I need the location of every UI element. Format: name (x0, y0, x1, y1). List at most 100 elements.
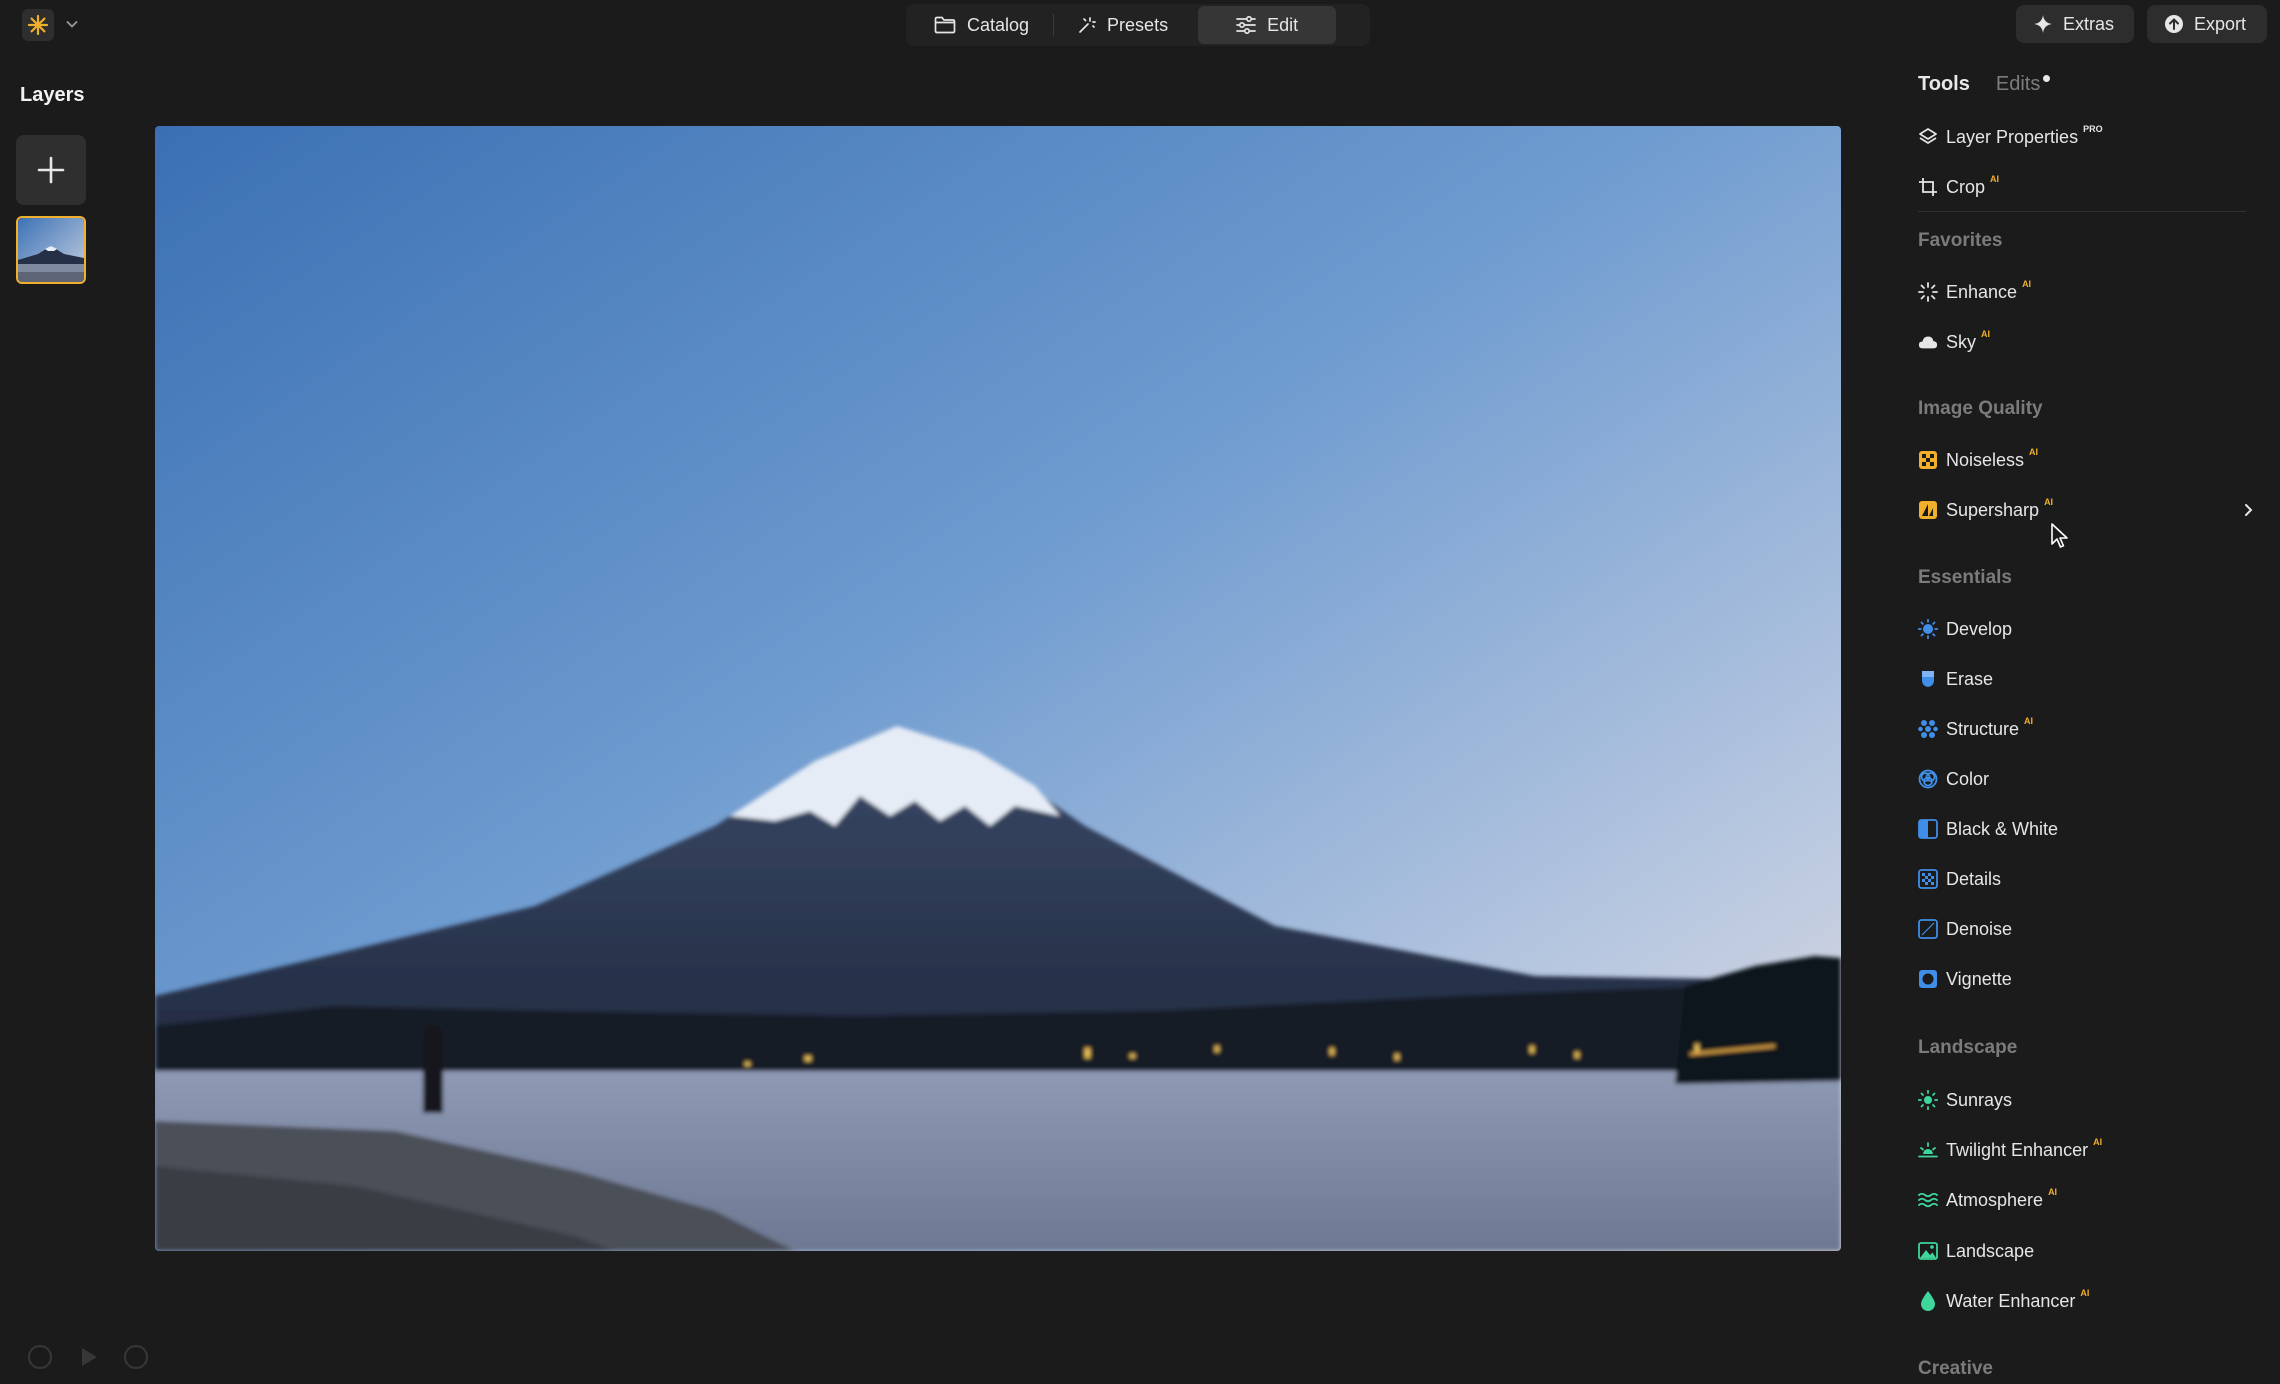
photo-canvas[interactable] (155, 126, 1841, 1251)
tab-presets[interactable]: Presets (1054, 6, 1192, 44)
tool-label: Structure (1946, 718, 2020, 739)
tab-edits-label: Edits (1995, 73, 2041, 95)
section-favorites: Favorites (1918, 230, 2003, 251)
tool-label: Details (1946, 868, 2002, 889)
tool-structure[interactable]: Structure AI (1918, 712, 2033, 746)
tool-twilight-enhancer[interactable]: Twilight Enhancer AI (1918, 1133, 2102, 1167)
bottom-playbar (0, 1330, 1880, 1384)
sun-logo-icon (27, 14, 49, 36)
crop-icon (1919, 178, 1937, 196)
tool-layer-properties[interactable]: Layer Properties PRO (1918, 120, 2103, 154)
app-logo-button[interactable] (22, 9, 54, 41)
mode-switcher: Catalog Presets Edit (906, 4, 1370, 46)
tool-black-white[interactable]: Black & White (1918, 812, 2058, 846)
layer-thumbnail[interactable] (16, 216, 86, 284)
tool-label: Erase (1946, 668, 1994, 689)
tool-label: Supersharp (1946, 499, 2040, 520)
landscape-icon (1918, 1242, 1938, 1260)
cloud-icon (1918, 336, 1938, 349)
tool-label: Crop (1946, 176, 1986, 197)
ai-badge: AI (2022, 279, 2032, 289)
ai-badge: AI (2029, 447, 2039, 457)
tab-edit[interactable]: Edit (1198, 6, 1337, 44)
app-menu-dropdown[interactable] (62, 14, 82, 34)
noiseless-icon (1919, 451, 1937, 469)
ai-badge: AI (2024, 716, 2034, 726)
tab-edits[interactable]: Edits (1995, 73, 2051, 96)
tab-catalog[interactable]: Catalog (910, 6, 1053, 44)
layer-preview-image (18, 218, 84, 282)
tool-details[interactable]: Details (1918, 862, 2001, 896)
ai-badge: AI (1990, 174, 2000, 184)
plus-icon (37, 156, 65, 184)
tool-label: Atmosphere (1946, 1189, 2044, 1210)
tool-sky[interactable]: Sky AI (1918, 325, 1990, 359)
tool-label: Twilight Enhancer (1946, 1139, 2089, 1160)
section-image-quality: Image Quality (1918, 398, 2043, 419)
details-icon (1918, 869, 1938, 889)
tool-supersharp[interactable]: Supersharp AI (1918, 493, 2053, 527)
tool-label: Water Enhancer (1946, 1290, 2076, 1311)
ai-badge: AI (2044, 497, 2054, 507)
panel-divider (1918, 211, 2246, 212)
history-icon[interactable] (26, 1343, 54, 1371)
tool-label: Vignette (1946, 968, 2012, 989)
tab-tools[interactable]: Tools (1918, 73, 1970, 96)
tool-develop[interactable]: Develop (1918, 612, 2012, 646)
tool-label: Noiseless (1946, 449, 2025, 470)
tool-atmosphere[interactable]: Atmosphere AI (1918, 1183, 2057, 1217)
layers-title: Layers (20, 84, 85, 106)
bw-icon (1918, 819, 1938, 839)
sunrays-icon (1918, 1090, 1938, 1110)
tab-edit-label: Edit (1267, 14, 1299, 35)
tool-label: Layer Properties (1946, 126, 2079, 147)
panel-tabs: Tools Edits (1918, 73, 2051, 96)
eraser-icon (1922, 671, 1934, 687)
ai-badge: AI (2093, 1137, 2103, 1147)
mountain-photo (155, 126, 1841, 1251)
tool-noiseless[interactable]: Noiseless AI (1918, 443, 2038, 477)
tool-denoise[interactable]: Denoise (1918, 912, 2012, 946)
tool-vignette[interactable]: Vignette (1918, 962, 2012, 996)
tool-label: Color (1946, 768, 1990, 789)
sparkle-icon (1079, 17, 1096, 33)
tool-landscape[interactable]: Landscape (1918, 1234, 2034, 1268)
tab-catalog-label: Catalog (967, 14, 1030, 35)
chevron-right-icon[interactable] (2240, 498, 2258, 522)
structure-icon (1918, 720, 1938, 738)
tool-label: Sunrays (1946, 1089, 2013, 1110)
tool-water-enhancer[interactable]: Water Enhancer AI (1918, 1284, 2089, 1318)
tool-label: Develop (1946, 618, 2013, 639)
add-layer-button[interactable] (16, 135, 86, 205)
layers-icon (1919, 128, 1937, 144)
ai-badge: AI (2080, 1288, 2090, 1298)
tool-enhance[interactable]: Enhance AI (1918, 275, 2031, 309)
play-icon[interactable] (74, 1343, 102, 1371)
tool-label: Enhance (1946, 281, 2018, 302)
color-icon (1918, 769, 1938, 789)
tool-erase[interactable]: Erase (1918, 662, 1993, 696)
ai-badge: AI (1981, 329, 1991, 339)
tool-label: Denoise (1946, 918, 2013, 939)
section-creative: Creative (1918, 1358, 1993, 1379)
compare-icon[interactable] (122, 1343, 150, 1371)
ai-badge: AI (2048, 1187, 2058, 1197)
tool-color[interactable]: Color (1918, 762, 1989, 796)
section-essentials: Essentials (1918, 567, 2012, 588)
enhance-icon (1918, 282, 1938, 302)
tool-crop[interactable]: Crop AI (1918, 170, 1999, 204)
chevron-down-icon (66, 20, 78, 28)
water-drop-icon (1921, 1291, 1935, 1311)
unsaved-dot (2043, 75, 2051, 82)
pro-badge: PRO (2083, 124, 2103, 134)
tab-presets-label: Presets (1107, 14, 1169, 35)
atmosphere-icon (1918, 1192, 1938, 1208)
supersharp-icon (1919, 501, 1937, 519)
tool-label: Landscape (1946, 1240, 2035, 1261)
tool-label: Sky (1946, 331, 1977, 352)
tool-sunrays[interactable]: Sunrays (1918, 1083, 2012, 1117)
vignette-icon (1919, 970, 1937, 988)
sliders-icon (1236, 16, 1256, 34)
sun-icon (1918, 619, 1938, 639)
twilight-icon (1918, 1142, 1938, 1158)
